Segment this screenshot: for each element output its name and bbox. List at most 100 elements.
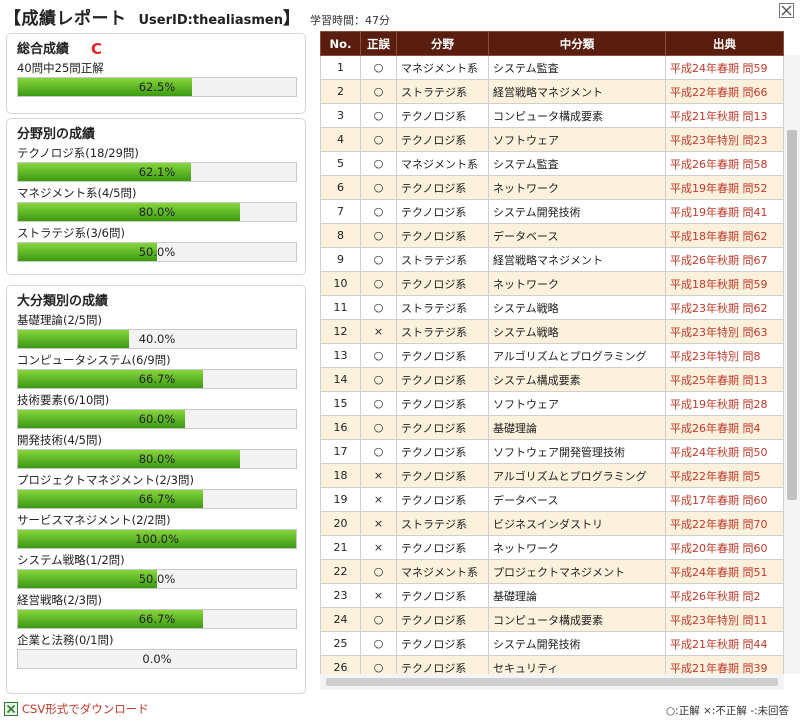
table-row[interactable]: 3 ○ テクノロジ系 コンピュータ構成要素 平成21年秋期 問13 [320,103,784,128]
cell-source[interactable]: 平成26年春期 問58 [665,151,784,176]
table-row[interactable]: 24 ○ テクノロジ系 コンピュータ構成要素 平成23年特別 問11 [320,607,784,632]
table-row[interactable]: 7 ○ テクノロジ系 システム開発技術 平成19年春期 問41 [320,199,784,224]
table-row[interactable]: 2 ○ ストラテジ系 経営戦略マネジメント 平成22年春期 問66 [320,79,784,104]
cell-source[interactable]: 平成23年秋期 問62 [665,295,784,320]
cell-result: ○ [360,151,397,176]
category-progress-text: 40.0% [138,332,176,346]
cell-source[interactable]: 平成26年秋期 問2 [665,583,784,608]
cell-subcategory: 基礎理論 [488,415,666,440]
close-button[interactable] [779,3,794,18]
category-progress-bar: 100.0% [17,529,297,549]
cell-source[interactable]: 平成18年秋期 問59 [665,271,784,296]
cell-source[interactable]: 平成25年春期 問13 [665,367,784,392]
category-progress-bar: 66.7% [17,609,297,629]
cell-source[interactable]: 平成24年春期 問51 [665,559,784,584]
cell-field: テクノロジ系 [396,631,489,656]
cell-result: ○ [360,631,397,656]
cell-result: ○ [360,655,397,674]
cell-field: ストラテジ系 [396,511,489,536]
table-row[interactable]: 10 ○ テクノロジ系 ネットワーク 平成18年秋期 問59 [320,271,784,296]
csv-download-label[interactable]: CSV形式でダウンロード [22,701,149,717]
table-row[interactable]: 11 ○ ストラテジ系 システム戦略 平成23年秋期 問62 [320,295,784,320]
table-row[interactable]: 21 × テクノロジ系 ネットワーク 平成20年春期 問60 [320,535,784,560]
overall-grade: C [91,40,103,58]
results-table-container: No. 正誤 分野 中分類 出典 1 ○ マネジメント系 システム監査 平成24年春期 … [320,31,800,674]
cell-source[interactable]: 平成26年秋期 問67 [665,247,784,272]
category-label: 技術要素(6/10問) [17,393,110,407]
col-header-field[interactable]: 分野 [396,31,489,56]
csv-download-link[interactable]: CSV形式でダウンロード [4,701,149,717]
vertical-scroll-thumb[interactable] [787,130,797,500]
cell-no: 12 [320,319,361,344]
cell-source[interactable]: 平成19年春期 問41 [665,199,784,224]
table-row[interactable]: 19 × テクノロジ系 データベース 平成17年春期 問60 [320,487,784,512]
category-progress-text: 0.0% [142,652,172,666]
cell-source[interactable]: 平成21年秋期 問44 [665,631,784,656]
table-row[interactable]: 20 × ストラテジ系 ビジネスインダストリ 平成22年春期 問70 [320,511,784,536]
table-row[interactable]: 6 ○ テクノロジ系 ネットワーク 平成19年春期 問52 [320,175,784,200]
cell-source[interactable]: 平成22年春期 問70 [665,511,784,536]
table-vertical-scrollbar[interactable] [784,55,800,674]
category-progress-bar: 60.0% [17,409,297,429]
cell-source[interactable]: 平成23年特別 問23 [665,127,784,152]
cell-source[interactable]: 平成18年春期 問62 [665,223,784,248]
cell-source[interactable]: 平成19年春期 問52 [665,175,784,200]
table-row[interactable]: 17 ○ テクノロジ系 ソフトウェア開発管理技術 平成24年秋期 問50 [320,439,784,464]
cell-source[interactable]: 平成21年秋期 問13 [665,103,784,128]
category-title: 大分類別の成績 [17,294,109,309]
cell-source[interactable]: 平成17年春期 問60 [665,487,784,512]
horizontal-scroll-thumb[interactable] [326,678,778,686]
category-progress-bar: 66.7% [17,369,297,389]
cell-source[interactable]: 平成20年春期 問60 [665,535,784,560]
cell-result: ○ [360,55,397,80]
col-header-result[interactable]: 正誤 [360,31,397,56]
category-progress-bar: 0.0% [17,649,297,669]
cell-subcategory: コンピュータ構成要素 [488,607,666,632]
col-header-source[interactable]: 出典 [665,31,784,56]
cell-source[interactable]: 平成23年特別 問8 [665,343,784,368]
cell-subcategory: システム構成要素 [488,367,666,392]
close-icon [781,5,792,16]
cell-source[interactable]: 平成22年春期 問5 [665,463,784,488]
cell-source[interactable]: 平成24年秋期 問50 [665,439,784,464]
table-row[interactable]: 16 ○ テクノロジ系 基礎理論 平成26年春期 問4 [320,415,784,440]
cell-source[interactable]: 平成24年春期 問59 [665,55,784,80]
field-progress-text: 50.0% [138,245,176,259]
cell-source[interactable]: 平成21年春期 問39 [665,655,784,674]
table-row[interactable]: 26 ○ テクノロジ系 セキュリティ 平成21年春期 問39 [320,655,784,674]
cell-no: 7 [320,199,361,224]
cell-subcategory: ネットワーク [488,535,666,560]
table-row[interactable]: 22 ○ マネジメント系 プロジェクトマネジメント 平成24年春期 問51 [320,559,784,584]
table-row[interactable]: 14 ○ テクノロジ系 システム構成要素 平成25年春期 問13 [320,367,784,392]
cell-no: 18 [320,463,361,488]
cell-source[interactable]: 平成26年春期 問4 [665,415,784,440]
category-progress-text: 80.0% [138,452,176,466]
cell-result: ○ [360,343,397,368]
cell-subcategory: データベース [488,223,666,248]
cell-source[interactable]: 平成19年秋期 問28 [665,391,784,416]
table-row[interactable]: 18 × テクノロジ系 アルゴリズムとプログラミング 平成22年春期 問5 [320,463,784,488]
table-row[interactable]: 5 ○ マネジメント系 システム監査 平成26年春期 問58 [320,151,784,176]
cell-no: 19 [320,487,361,512]
table-horizontal-scrollbar[interactable] [320,674,784,690]
table-row[interactable]: 9 ○ ストラテジ系 経営戦略マネジメント 平成26年秋期 問67 [320,247,784,272]
cell-no: 22 [320,559,361,584]
cell-subcategory: ソフトウェア [488,127,666,152]
cell-result: × [360,487,397,512]
table-row[interactable]: 15 ○ テクノロジ系 ソフトウェア 平成19年秋期 問28 [320,391,784,416]
table-row[interactable]: 23 × テクノロジ系 基礎理論 平成26年秋期 問2 [320,583,784,608]
table-row[interactable]: 8 ○ テクノロジ系 データベース 平成18年春期 問62 [320,223,784,248]
col-header-subcategory[interactable]: 中分類 [488,31,666,56]
col-header-no[interactable]: No. [320,31,361,56]
table-row[interactable]: 12 × ストラテジ系 システム戦略 平成23年特別 問63 [320,319,784,344]
cell-source[interactable]: 平成22年春期 問66 [665,79,784,104]
cell-source[interactable]: 平成23年特別 問63 [665,319,784,344]
report-title-bracket: 】 [282,9,300,29]
cell-source[interactable]: 平成23年特別 問11 [665,607,784,632]
table-row[interactable]: 13 ○ テクノロジ系 アルゴリズムとプログラミング 平成23年特別 問8 [320,343,784,368]
table-row[interactable]: 25 ○ テクノロジ系 システム開発技術 平成21年秋期 問44 [320,631,784,656]
cell-subcategory: セキュリティ [488,655,666,674]
table-row[interactable]: 4 ○ テクノロジ系 ソフトウェア 平成23年特別 問23 [320,127,784,152]
table-row[interactable]: 1 ○ マネジメント系 システム監査 平成24年春期 問59 [320,55,784,80]
category-label: 経営戦略(2/3問) [17,593,102,607]
